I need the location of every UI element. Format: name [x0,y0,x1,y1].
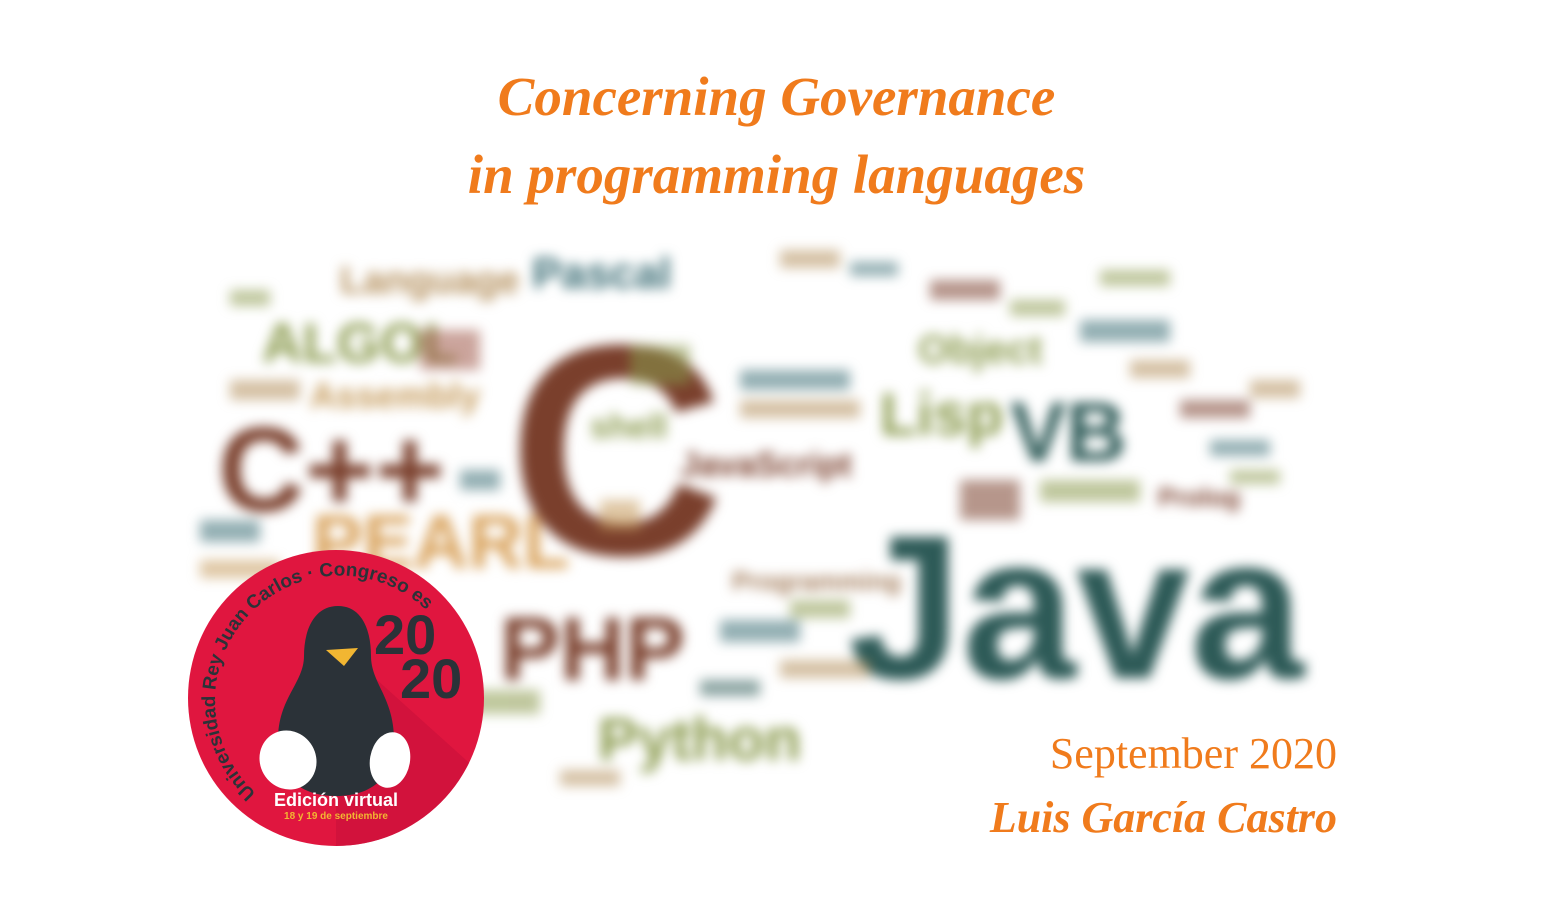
title-line-1: Concerning Governance [497,66,1056,127]
eslibre-badge: Universidad Rey Juan Carlos · Congreso e… [186,548,484,846]
badge-year-bottom: 20 [400,647,462,710]
slide-title: Concerning Governance in programming lan… [0,58,1553,214]
title-line-2: in programming languages [467,144,1086,205]
badge-edition: Edición virtual [274,790,398,810]
author-name: Luis García Castro [989,793,1337,842]
presentation-date: September 2020 [1049,729,1337,778]
slide: Java C C++ PHP Python VB Lisp ALGOL Pasc… [0,0,1553,904]
badge-dates: 18 y 19 de septiembre [284,811,388,822]
